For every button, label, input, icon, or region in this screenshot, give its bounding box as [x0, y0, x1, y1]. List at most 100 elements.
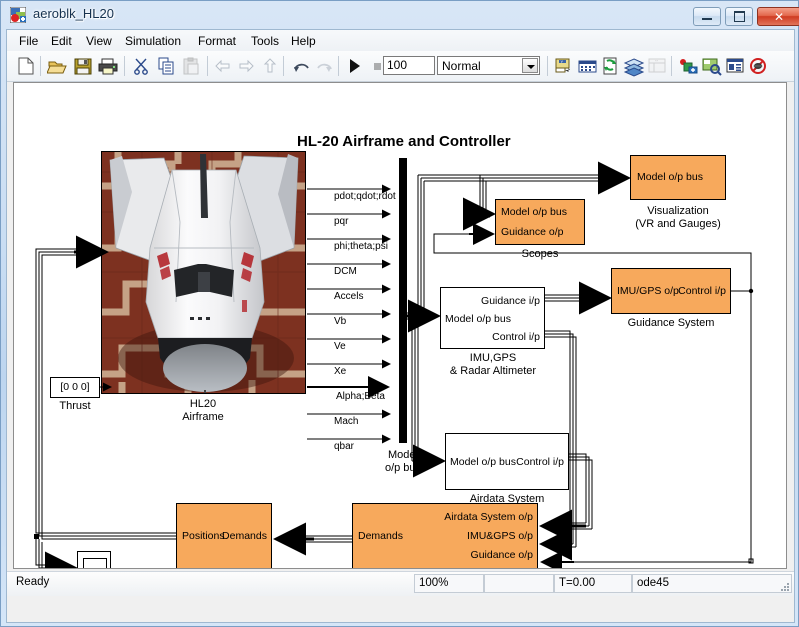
block-control-system[interactable]: Demands Airdata System o/p IMU&GPS o/p G…	[352, 503, 538, 568]
toolbar-separator	[283, 56, 284, 76]
block-guidance-system[interactable]: IMU/GPS o/p Control i/p	[611, 268, 731, 314]
hl20-airframe-photo[interactable]	[101, 151, 306, 394]
port-label-guidance-ip: Guidance i/p	[481, 295, 540, 307]
signal-label-accels: Accels	[334, 291, 364, 302]
simulation-mode-select[interactable]: Normal	[437, 56, 540, 75]
port-label-guidance-op: Guidance o/p	[501, 226, 564, 238]
block-actuators[interactable]: Positions Demands	[176, 503, 272, 568]
signal-label-dcm: DCM	[334, 266, 357, 277]
status-time: T=0.00	[554, 574, 632, 593]
chevron-down-icon[interactable]	[522, 58, 538, 73]
debug-icon[interactable]	[678, 55, 700, 77]
close-icon: ✕	[773, 9, 785, 24]
menu-edit[interactable]: Edit	[46, 33, 77, 49]
port-label-model-op-bus: Model o/p bus	[637, 171, 703, 183]
thrust-constant-block[interactable]: [0 0 0]	[50, 377, 100, 398]
minimize-icon	[694, 8, 720, 25]
toolbar-separator	[338, 56, 339, 76]
cut-scissors-icon[interactable]	[131, 55, 153, 77]
up-arrow-icon	[260, 55, 282, 77]
undo-icon[interactable]	[290, 55, 312, 77]
save-icon[interactable]	[72, 55, 94, 77]
back-arrow-icon	[214, 55, 236, 77]
port-label-model-op-bus: Model o/p bus	[450, 456, 516, 468]
block-imu-gps-radar-altimeter[interactable]: Model o/p bus Guidance i/p Control i/p	[440, 287, 545, 349]
simulink-icon	[9, 6, 27, 24]
refresh-model-icon[interactable]	[600, 55, 622, 77]
block-imu-gps-caption: IMU,GPS & Radar Altimeter	[449, 352, 537, 377]
toolbar-separator	[207, 56, 208, 76]
menu-bar: File Edit View Simulation Format Tools H…	[7, 30, 794, 52]
port-label-imu-gps-op: IMU&GPS o/p	[467, 530, 533, 542]
block-scopes-caption: Scopes	[521, 248, 559, 260]
port-label-model-op-bus: Model o/p bus	[445, 313, 511, 325]
minimize-button[interactable]	[693, 7, 721, 26]
signal-label-qbar: qbar	[334, 441, 355, 452]
block-limited-actuators[interactable]	[77, 551, 111, 568]
simulation-stop-time-field[interactable]: 100	[383, 56, 435, 75]
model-properties-icon[interactable]	[724, 55, 746, 77]
toolbar-separator	[671, 56, 672, 76]
model-canvas[interactable]: HL-20 Airframe and Controller HL20 Airfr…	[13, 82, 787, 569]
simulink-model-window: aeroblk_HL20 ✕ File Edit View Simulation…	[0, 0, 799, 627]
status-bar: Ready 100% T=0.00 ode45	[7, 571, 794, 596]
block-scopes[interactable]: Model o/p bus Guidance o/p	[495, 199, 585, 245]
find-icon[interactable]	[701, 55, 723, 77]
model-output-bus-bar[interactable]	[399, 158, 407, 443]
new-model-icon[interactable]	[15, 55, 37, 77]
port-label-positions: Positions	[182, 530, 225, 542]
signal-label-alpha-beta: Alpha;Beta	[336, 391, 385, 402]
print-icon[interactable]	[97, 55, 119, 77]
maximize-button[interactable]	[725, 7, 753, 26]
port-label-control-ip: Control i/p	[516, 456, 564, 468]
signal-label-pdot-qdot-rdot: pdot;qdot;rdot	[334, 191, 396, 202]
thrust-value: [0 0 0]	[60, 381, 90, 393]
block-airdata-system[interactable]: Model o/p bus Control i/p	[445, 433, 569, 490]
client-area: File Edit View Simulation Format Tools H…	[6, 29, 795, 623]
redo-icon	[313, 55, 335, 77]
close-button[interactable]: ✕	[757, 7, 799, 26]
port-label-demands: Demands	[358, 530, 403, 542]
toolbar-separator	[40, 56, 41, 76]
paste-icon	[181, 55, 203, 77]
port-label-guidance-op: Guidance o/p	[470, 549, 533, 561]
model-output-bus-caption: Model o/p bus	[384, 449, 422, 474]
open-folder-icon[interactable]	[47, 55, 69, 77]
thrust-caption: Thrust	[59, 400, 91, 412]
status-zoom: 100%	[414, 574, 484, 593]
simulation-mode-value: Normal	[442, 59, 481, 73]
update-diagram-icon[interactable]: Y	[554, 55, 576, 77]
menu-format[interactable]: Format	[193, 33, 241, 49]
start-simulation-icon[interactable]	[344, 55, 366, 77]
resize-grip-icon[interactable]	[779, 580, 791, 592]
stop-debug-icon[interactable]	[747, 55, 769, 77]
menu-tools[interactable]: Tools	[246, 33, 284, 49]
signal-label-xe: Xe	[334, 366, 347, 377]
page-title: HL-20 Airframe and Controller	[297, 133, 511, 150]
menu-file[interactable]: File	[14, 33, 43, 49]
build-model-icon[interactable]	[577, 55, 599, 77]
toolbar-separator	[124, 56, 125, 76]
signal-label-phi-theta-psi: phi;theta;psi	[334, 241, 388, 252]
signal-label-ve: Ve	[334, 341, 346, 352]
svg-text:Y: Y	[561, 59, 564, 64]
port-label-demands: Demands	[222, 530, 267, 542]
menu-view[interactable]: View	[81, 33, 117, 49]
port-label-imu-gps-op: IMU/GPS o/p	[617, 285, 679, 297]
block-visualization[interactable]: Model o/p bus	[630, 155, 726, 200]
window-title: aeroblk_HL20	[33, 6, 114, 21]
menu-simulation[interactable]: Simulation	[120, 33, 186, 49]
menu-help[interactable]: Help	[286, 33, 321, 49]
port-label-control-ip: Control i/p	[492, 331, 540, 343]
toolbar-separator	[547, 56, 548, 76]
status-extra	[484, 574, 554, 593]
signal-label-vb: Vb	[334, 316, 347, 327]
block-diagram: HL-20 Airframe and Controller HL20 Airfr…	[14, 83, 786, 568]
copy-icon[interactable]	[156, 55, 178, 77]
port-label-model-op-bus: Model o/p bus	[501, 206, 567, 218]
library-browser-icon[interactable]	[623, 55, 645, 77]
svg-text:**: **	[655, 59, 659, 64]
port-label-airdata-system-op: Airdata System o/p	[444, 511, 533, 523]
block-guidance-system-caption: Guidance System	[627, 317, 715, 329]
scope-screen-icon	[83, 558, 107, 568]
